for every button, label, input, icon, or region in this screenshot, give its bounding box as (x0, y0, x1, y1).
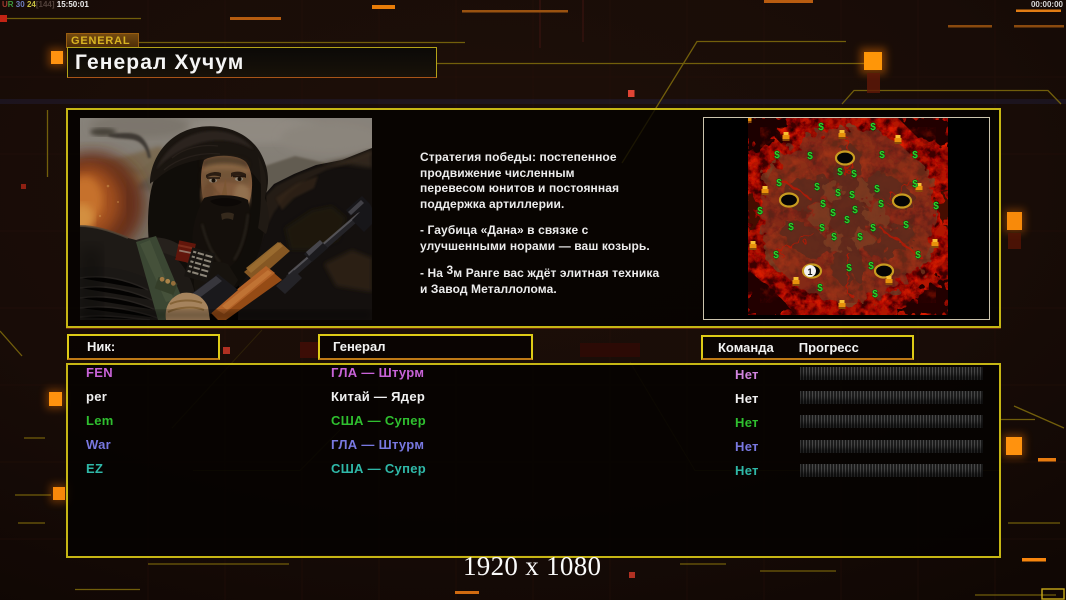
svg-text:$: $ (835, 188, 841, 199)
svg-text:$: $ (773, 250, 779, 261)
svg-text:$: $ (874, 184, 880, 195)
svg-text:$: $ (837, 167, 843, 178)
svg-text:$: $ (820, 199, 826, 210)
svg-text:$: $ (819, 223, 825, 234)
svg-text:$: $ (844, 215, 850, 226)
svg-text:$: $ (912, 150, 918, 161)
svg-text:$: $ (870, 122, 876, 133)
svg-text:$: $ (807, 151, 813, 162)
svg-text:$: $ (933, 201, 939, 212)
svg-text:$: $ (830, 208, 836, 219)
svg-text:$: $ (788, 222, 794, 233)
svg-text:$: $ (817, 283, 823, 294)
svg-text:$: $ (857, 232, 863, 243)
svg-text:1: 1 (807, 267, 812, 277)
svg-text:$: $ (831, 232, 837, 243)
svg-text:$: $ (878, 199, 884, 210)
svg-text:$: $ (879, 150, 885, 161)
svg-text:$: $ (868, 261, 874, 272)
svg-text:$: $ (776, 178, 782, 189)
svg-text:$: $ (912, 179, 918, 190)
svg-text:$: $ (870, 223, 876, 234)
svg-text:$: $ (818, 122, 824, 133)
svg-text:$: $ (903, 220, 909, 231)
svg-text:$: $ (915, 250, 921, 261)
svg-text:$: $ (814, 182, 820, 193)
svg-text:$: $ (872, 289, 878, 300)
svg-text:$: $ (774, 150, 780, 161)
svg-text:$: $ (846, 263, 852, 274)
svg-text:$: $ (757, 206, 763, 217)
svg-text:$: $ (849, 190, 855, 201)
svg-text:$: $ (852, 205, 858, 216)
svg-text:$: $ (851, 169, 857, 180)
